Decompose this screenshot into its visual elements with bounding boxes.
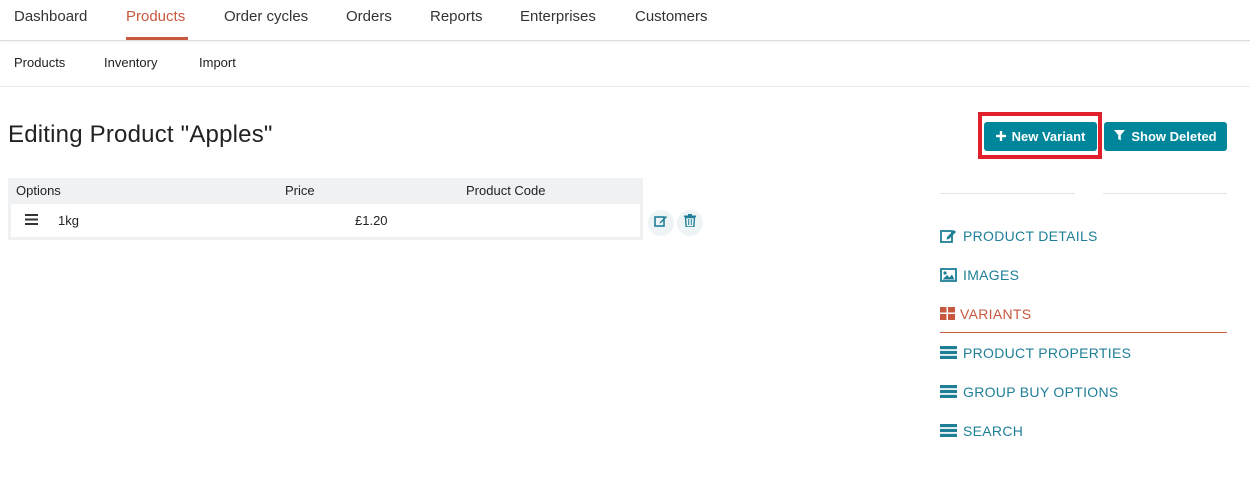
column-options: Options [16,183,61,198]
edit-icon [940,229,957,243]
sidebar-item-product-properties[interactable]: PRODUCT PROPERTIES [940,345,1131,361]
sidebar-item-images[interactable]: IMAGES [940,267,1019,283]
edit-icon [654,214,668,233]
column-price: Price [285,183,315,198]
list-icon [940,424,957,438]
nav-dashboard[interactable]: Dashboard [14,0,87,40]
nav-order-cycles[interactable]: Order cycles [224,0,308,40]
page-title: Editing Product "Apples" [8,121,273,148]
show-deleted-label: Show Deleted [1131,129,1217,144]
table-row: 1kg £1.20 [8,204,643,240]
sidebar-item-search[interactable]: SEARCH [940,423,1023,439]
sidebar-item-label: SEARCH [963,423,1024,439]
show-deleted-button[interactable]: Show Deleted [1104,122,1227,151]
subnav-import[interactable]: Import [199,55,236,70]
filter-icon [1114,129,1126,144]
sidebar-item-label: PRODUCT PROPERTIES [963,345,1132,361]
sidebar-item-label: GROUP BUY OPTIONS [963,384,1119,400]
trash-icon [684,214,696,232]
image-icon [940,268,957,282]
edit-variant-button[interactable] [648,210,674,236]
sidebar-item-product-details[interactable]: PRODUCT DETAILS [940,228,1098,244]
sidebar-item-label: PRODUCT DETAILS [963,228,1098,244]
sidebar-item-label: IMAGES [963,267,1020,283]
sidebar-divider-gap [1075,192,1103,195]
nav-customers[interactable]: Customers [635,0,708,40]
variants-table: Options Price Product Code 1kg £1.20 [8,178,643,240]
sidebar-active-underline [940,332,1227,333]
sidebar-item-group-buy-options[interactable]: GROUP BUY OPTIONS [940,384,1119,400]
highlight-box [978,112,1102,159]
nav-reports[interactable]: Reports [430,0,483,40]
variant-option: 1kg [58,213,79,228]
top-nav: Dashboard Products Order cycles Orders R… [0,0,1250,41]
column-product-code: Product Code [466,183,546,198]
subnav-products[interactable]: Products [14,55,65,70]
table-header: Options Price Product Code [8,178,643,204]
nav-products[interactable]: Products [126,0,188,40]
subnav-inventory[interactable]: Inventory [104,55,157,70]
nav-orders[interactable]: Orders [346,0,392,40]
nav-enterprises[interactable]: Enterprises [520,0,596,40]
grid-icon [940,307,955,321]
sidebar-item-variants[interactable]: VARIANTS [940,306,1031,322]
drag-handle-icon[interactable] [25,213,38,228]
list-icon [940,385,957,399]
list-icon [940,346,957,360]
variant-price: £1.20 [355,213,388,228]
sub-nav: Products Inventory Import [0,41,1250,87]
sidebar-item-label: VARIANTS [960,306,1032,322]
delete-variant-button[interactable] [677,210,703,236]
